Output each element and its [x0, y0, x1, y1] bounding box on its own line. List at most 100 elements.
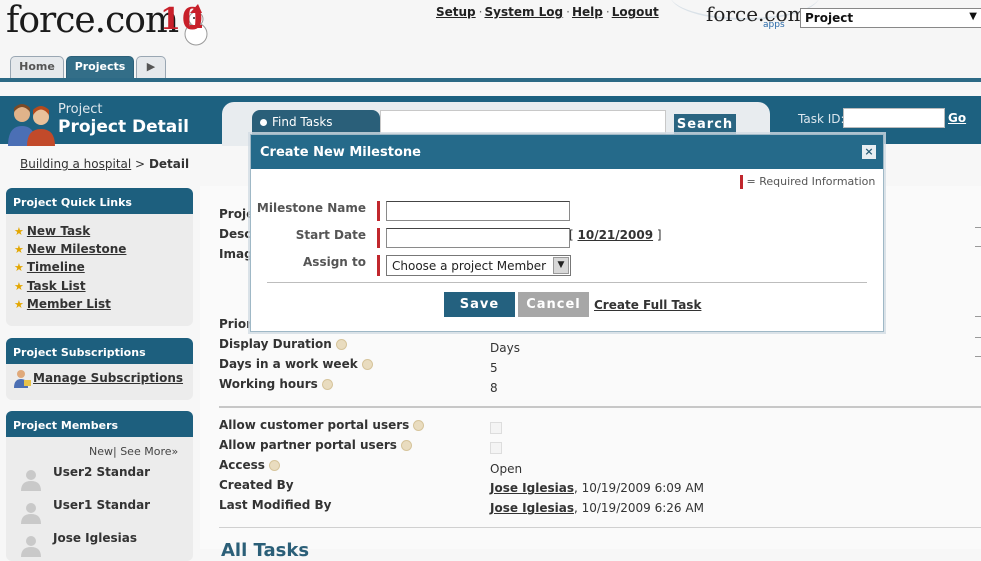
arrow-right-icon: ▶: [146, 60, 156, 73]
go-link[interactable]: Go: [948, 111, 966, 125]
quick-link-new-milestone[interactable]: ★ New Milestone: [14, 242, 126, 256]
subscriptions-title: Project Subscriptions: [6, 338, 193, 364]
tab-projects[interactable]: Projects: [66, 56, 134, 78]
member-list-link[interactable]: Member List: [27, 297, 111, 311]
subscriptions-panel: Project Subscriptions: [6, 338, 193, 400]
divider-tick: [975, 246, 981, 247]
chevron-down-icon: ▼: [553, 257, 569, 274]
info-icon[interactable]: [413, 420, 425, 431]
user-subscribe-icon: [14, 370, 31, 388]
app-selector[interactable]: Project ▼: [800, 8, 981, 28]
cancel-button[interactable]: Cancel: [518, 292, 589, 317]
find-tasks-label: Find Tasks: [272, 115, 333, 129]
chevron-down-icon: ▼: [969, 11, 977, 22]
new-milestone-link[interactable]: New Milestone: [27, 242, 127, 256]
star-icon: ★: [14, 261, 24, 274]
dialog-divider: [267, 282, 867, 283]
default-date-link[interactable]: 10/21/2009: [578, 228, 654, 242]
info-icon[interactable]: [321, 379, 333, 390]
last-modified-by-label: Last Modified By: [219, 498, 332, 512]
info-icon[interactable]: [268, 460, 280, 471]
field-label-partial: Proje: [219, 207, 255, 221]
new-task-link[interactable]: New Task: [27, 224, 90, 238]
allow-customer-portal-label: Allow customer portal users: [219, 418, 425, 432]
apps-sublabel: apps: [763, 20, 785, 30]
save-button[interactable]: Save: [444, 292, 515, 317]
system-log-link[interactable]: System Log: [484, 5, 563, 19]
dialog-title: Create New Milestone: [251, 135, 883, 169]
required-marker: [740, 175, 743, 189]
milestone-name-label: Milestone Name: [256, 201, 366, 215]
create-full-task-link[interactable]: Create Full Task: [594, 298, 701, 312]
section-divider: [219, 527, 981, 528]
page-title: Project Detail: [58, 117, 189, 137]
logout-link[interactable]: Logout: [612, 5, 659, 19]
allow-partner-portal-label: Allow partner portal users: [219, 438, 412, 452]
member-name: User1 Standar: [53, 498, 151, 512]
setup-link[interactable]: Setup: [436, 5, 476, 19]
members-title: Project Members: [6, 411, 193, 437]
start-date-label: Start Date: [295, 228, 366, 242]
required-marker: [377, 201, 380, 221]
close-icon[interactable]: ×: [862, 145, 876, 159]
forcecom-logo: force.com: [6, 0, 179, 41]
task-list-link[interactable]: Task List: [27, 279, 86, 293]
top-header: force.com 10 Setup · System Log · Help · Logou…: [0, 0, 981, 80]
start-date-default: [ 10/21/2009 ]: [569, 228, 662, 242]
search-input[interactable]: [380, 110, 666, 134]
days-in-work-week-value: 5: [490, 361, 498, 375]
display-duration-value: Days: [490, 341, 520, 355]
working-hours-value: 8: [490, 381, 498, 395]
tab-underline: [0, 78, 981, 82]
field-label-partial: Imag: [219, 247, 253, 261]
created-by-label: Created By: [219, 478, 294, 492]
star-icon: ★: [14, 225, 24, 238]
search-button[interactable]: Search: [674, 114, 736, 136]
access-label: Access: [219, 458, 280, 472]
quick-link-task-list[interactable]: ★ Task List: [14, 279, 86, 293]
star-icon: ★: [14, 243, 24, 256]
created-by-user-link[interactable]: Jose Iglesias: [490, 481, 574, 495]
info-icon[interactable]: [335, 339, 347, 350]
anniversary-badge: 10: [160, 2, 204, 37]
required-marker: [377, 255, 380, 276]
breadcrumb-current: Detail: [148, 157, 190, 171]
help-link[interactable]: Help: [572, 5, 603, 19]
field-label-partial: Prior: [219, 317, 252, 331]
quick-links-title: Project Quick Links: [6, 188, 193, 214]
create-milestone-dialog: Create New Milestone × = Required Inform…: [250, 134, 884, 332]
task-id-label: Task ID:: [798, 112, 845, 126]
project-people-icon: [8, 104, 55, 146]
divider-tick: [975, 356, 981, 357]
quick-link-new-task[interactable]: ★ New Task: [14, 224, 90, 238]
member-name: Jose Iglesias: [53, 531, 137, 545]
field-label-partial: Desc: [219, 227, 252, 241]
info-icon[interactable]: [361, 359, 373, 370]
divider-tick: [975, 337, 981, 338]
tab-more[interactable]: ▶: [136, 56, 166, 78]
start-date-input[interactable]: [386, 228, 570, 248]
new-member-link[interactable]: New: [89, 445, 113, 458]
avatar-placeholder-icon: [21, 536, 41, 557]
all-tasks-heading: All Tasks: [221, 540, 310, 561]
member-name: User2 Standar: [53, 465, 151, 479]
star-icon: ★: [14, 298, 24, 311]
manage-subscriptions-link[interactable]: Manage Subscriptions: [33, 371, 183, 385]
see-more-link[interactable]: See More»: [120, 445, 178, 458]
quick-link-timeline[interactable]: ★ Timeline: [14, 260, 85, 274]
star-icon: ★: [14, 280, 24, 293]
tab-home[interactable]: Home: [10, 56, 64, 78]
info-icon[interactable]: [400, 440, 412, 451]
task-id-input[interactable]: [843, 108, 945, 128]
assign-to-select[interactable]: Choose a project Member ▼: [386, 255, 571, 276]
quick-link-member-list[interactable]: ★ Member List: [14, 297, 111, 311]
radio-dot-icon: [260, 119, 267, 126]
timeline-link[interactable]: Timeline: [27, 260, 85, 274]
forcecom-apps-logo: force.com: [706, 2, 807, 26]
find-tasks-tab[interactable]: Find Tasks: [252, 110, 380, 136]
allow-partner-portal-checkbox: [490, 442, 502, 457]
modified-by-user-link[interactable]: Jose Iglesias: [490, 501, 574, 515]
milestone-name-input[interactable]: [386, 201, 570, 221]
breadcrumb-project-link[interactable]: Building a hospital: [20, 157, 131, 171]
avatar-placeholder-icon: [21, 470, 41, 491]
